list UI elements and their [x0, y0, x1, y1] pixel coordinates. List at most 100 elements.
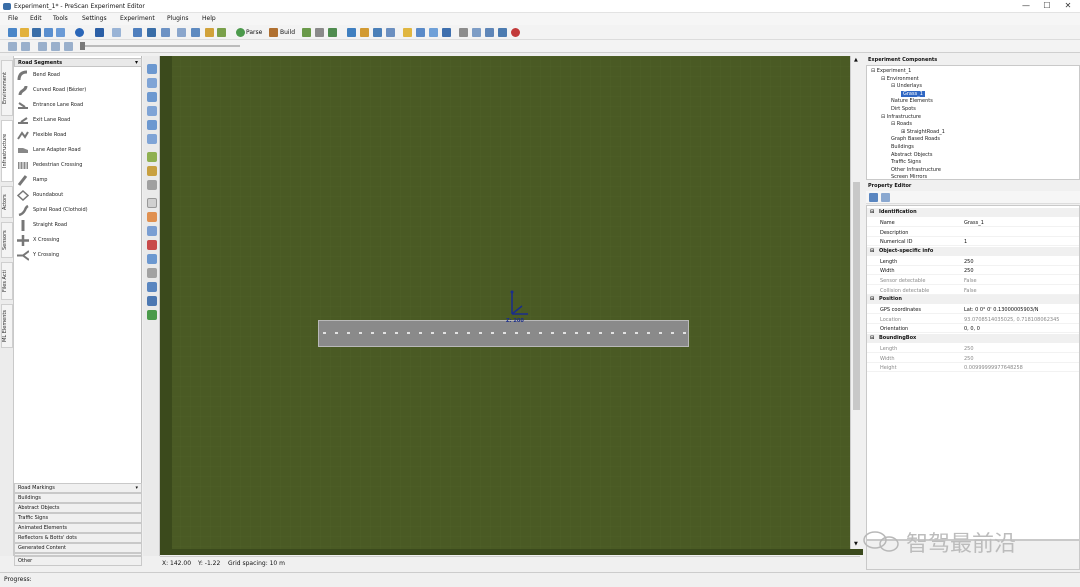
property-value[interactable]: 250 [964, 346, 974, 352]
tree-node[interactable]: ⊟ Roads [891, 121, 912, 127]
layers-icon[interactable] [147, 226, 157, 236]
scroll-up-icon[interactable]: ▲ [854, 57, 858, 63]
property-value[interactable]: 250 [964, 259, 974, 265]
menu-tools[interactable]: Tools [53, 15, 68, 22]
measure-icon[interactable] [205, 28, 214, 37]
play-icon[interactable] [38, 42, 47, 51]
undo-icon[interactable] [95, 28, 104, 37]
layer-icon[interactable] [147, 198, 157, 208]
pencil-icon[interactable] [217, 28, 226, 37]
tab-sensors[interactable]: Sensors [1, 222, 13, 258]
property-section-header[interactable]: ⊟ BoundingBox [867, 334, 1079, 343]
open-icon[interactable] [20, 28, 29, 37]
rotate-icon[interactable] [147, 28, 156, 37]
alphabetical-view-icon[interactable] [881, 193, 890, 202]
category-reflectors[interactable]: Reflectors & Botts' dots [14, 533, 142, 543]
property-value[interactable]: 250 [964, 268, 974, 274]
regenerate-icon[interactable] [302, 28, 311, 37]
pointer-icon[interactable] [133, 28, 142, 37]
close-button[interactable]: ✕ [1058, 0, 1078, 13]
window-icon[interactable] [386, 28, 395, 37]
collapse-icon[interactable]: ⊟ [870, 208, 874, 217]
road-item-bend-road[interactable]: Bend Road [16, 68, 140, 83]
property-row[interactable]: Description [867, 228, 1079, 237]
property-value[interactable]: 0.00999999977648258 [964, 365, 1023, 371]
road-item-curved-road[interactable]: Curved Road (Bézier) [16, 83, 140, 98]
tree-icon[interactable] [147, 310, 157, 320]
export-icon[interactable] [56, 28, 65, 37]
category-road-markings[interactable]: Road Markings ▾ [14, 483, 142, 493]
property-value[interactable]: 1 [964, 239, 967, 245]
stop-icon[interactable] [21, 42, 30, 51]
record-icon[interactable] [511, 28, 520, 37]
save-icon[interactable] [32, 28, 41, 37]
tree-node[interactable]: Graph Based Roads [891, 136, 940, 142]
copy-icon[interactable] [416, 28, 425, 37]
tree-node[interactable]: Dirt Spots [891, 106, 916, 112]
tree-node[interactable]: ⊟ Environment [881, 76, 919, 82]
link-icon[interactable] [459, 28, 468, 37]
property-value[interactable]: 0, 0, 0 [964, 326, 980, 332]
road-item-spiral-road[interactable]: Spiral Road (Clothoid) [16, 203, 140, 218]
edit-road-icon[interactable] [147, 152, 157, 162]
parse-icon[interactable] [236, 28, 245, 37]
component-tree[interactable]: ⊟ Experiment_1 ⊟ Environment ⊟ Underlays Gr… [866, 65, 1080, 180]
property-value[interactable]: Lat: 0 0° 0' 0.13000005903/N [964, 307, 1038, 313]
property-section-header[interactable]: ⊟ Position [867, 295, 1079, 305]
tree-node[interactable]: ⊟ Infrastructure [881, 114, 921, 120]
camera-icon[interactable] [147, 254, 157, 264]
menu-experiment[interactable]: Experiment [120, 15, 155, 22]
menu-help[interactable]: Help [202, 15, 216, 22]
scene-viewport[interactable]: Z: 200 [160, 56, 850, 549]
property-row[interactable]: Location 93.0708514035025, 0.718108062345 [867, 315, 1079, 324]
category-other-row[interactable]: Other [14, 556, 142, 566]
property-value[interactable]: False [964, 288, 977, 294]
viewer-icon[interactable] [347, 28, 356, 37]
scroll-down-icon[interactable]: ▼ [854, 541, 858, 547]
category-generated-content[interactable]: Generated Content [14, 543, 142, 553]
center-icon[interactable] [147, 134, 157, 144]
align-icon[interactable] [177, 28, 186, 37]
property-row[interactable]: Orientation 0, 0, 0 [867, 324, 1079, 334]
road-item-exit-lane[interactable]: Exit Lane Road [16, 113, 140, 128]
rotate-view-icon[interactable] [147, 120, 157, 130]
tab-infrastructure[interactable]: Infrastructure [1, 120, 13, 182]
panel-icon[interactable] [373, 28, 382, 37]
draw-path-icon[interactable] [147, 166, 157, 176]
tree-node[interactable]: ⊟ Underlays [891, 83, 922, 89]
road-item-roundabout[interactable]: Roundabout [16, 188, 140, 203]
tree-node[interactable]: Screen Mirrors [891, 174, 927, 179]
zoom-icon[interactable] [147, 78, 157, 88]
menu-settings[interactable]: Settings [82, 15, 107, 22]
timeline-slider[interactable] [80, 45, 240, 47]
search-icon[interactable] [429, 28, 438, 37]
move-icon[interactable] [161, 28, 170, 37]
screen-icon[interactable] [442, 28, 451, 37]
road-item-pedestrian-crossing[interactable]: Pedestrian Crossing [16, 158, 140, 173]
category-buildings[interactable]: Buildings [14, 493, 142, 503]
road-item-straight-road[interactable]: Straight Road [16, 218, 140, 233]
tree-node[interactable]: Other Infrastructure [891, 167, 941, 173]
step-back-icon[interactable] [8, 42, 17, 51]
road-segments-header[interactable]: Road Segments ▾ [14, 58, 142, 67]
zoom-extent-icon[interactable] [147, 92, 157, 102]
category-abstract-objects[interactable]: Abstract Objects [14, 503, 142, 513]
road-item-flexible-road[interactable]: Flexible Road [16, 128, 140, 143]
property-row[interactable]: Length 250 [867, 257, 1079, 266]
property-section-header[interactable]: ⊟ Object-specific info [867, 246, 1079, 256]
tree-node[interactable]: Abstract Objects [891, 152, 932, 158]
tree-node[interactable]: ⊟ Experiment_1 [871, 68, 911, 74]
straight-road[interactable] [318, 320, 689, 347]
build-button[interactable]: Build [280, 29, 295, 36]
road-item-lane-adapter[interactable]: Lane Adapter Road [16, 143, 140, 158]
new-icon[interactable] [8, 28, 17, 37]
tree-node[interactable]: Traffic Signs [891, 159, 921, 165]
road-item-ramp[interactable]: Ramp [16, 173, 140, 188]
car-icon[interactable] [147, 240, 157, 250]
minimize-button[interactable]: — [1016, 0, 1036, 13]
menu-plugins[interactable]: Plugins [167, 15, 189, 22]
list-icon[interactable] [472, 28, 481, 37]
help-icon[interactable] [75, 28, 84, 37]
tree-node[interactable]: Grass_1 [901, 90, 925, 97]
scrollbar-thumb[interactable] [853, 182, 860, 410]
